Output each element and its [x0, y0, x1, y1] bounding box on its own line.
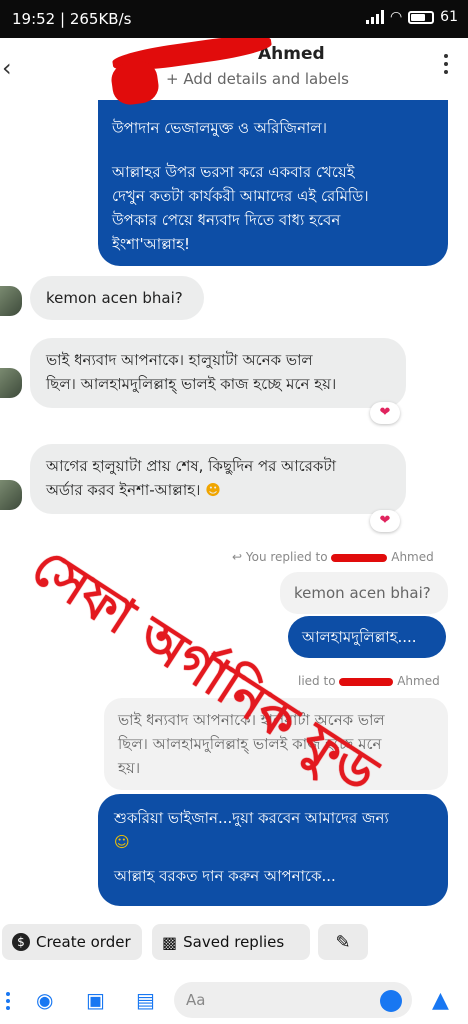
contact-avatar[interactable]	[0, 286, 22, 316]
chat-bubbles-icon: ▩	[162, 932, 178, 952]
redaction-mark	[339, 677, 394, 686]
message-line: অর্ডার করব ইনশা-আল্লাহ। ☻	[46, 478, 406, 502]
message-incoming-1[interactable]: kemon acen bhai?	[30, 276, 204, 320]
conversation-screen: উপাদান ভেজালমুক্ত ও অরিজিনাল। আল্লাহর উপ…	[0, 38, 468, 1024]
quoted-text: kemon acen bhai?	[294, 584, 431, 602]
message-text: অর্ডার করব ইনশা-আল্লাহ।	[46, 481, 201, 499]
composer-bar: ◉ ▣ ▤ ▲	[0, 978, 468, 1024]
saved-replies-button[interactable]: ▩ Saved replies	[152, 924, 310, 960]
battery-level: 61	[440, 9, 458, 25]
create-order-label: Create order	[36, 933, 131, 951]
create-order-button[interactable]: $ Create order	[2, 924, 142, 960]
quick-actions-bar: $ Create order ▩ Saved replies ✎	[0, 924, 468, 962]
like-icon[interactable]: ▲	[432, 988, 449, 1013]
heart-reaction-icon[interactable]: ❤	[370, 402, 400, 424]
add-details-link[interactable]: + Add details and labels	[166, 70, 349, 88]
edit-button[interactable]: ✎	[318, 924, 368, 960]
replied-to-label: lied to Ahmed	[298, 674, 440, 688]
gallery-icon[interactable]: ▣	[86, 988, 105, 1012]
message-incoming-3[interactable]: আগের হালুয়াটা প্রায় শেষ, কিছুদিন পর আর…	[30, 444, 406, 514]
quoted-message[interactable]: kemon acen bhai?	[280, 572, 448, 614]
heart-reaction-icon[interactable]: ❤	[370, 510, 400, 532]
battery-icon	[408, 10, 435, 24]
message-field[interactable]	[174, 982, 412, 1018]
message-line: ইংশা'আল্লাহ!	[112, 235, 191, 253]
message-line: শুকরিয়া ভাইজান...দুয়া করবেন আমাদের জন্…	[114, 809, 389, 827]
message-line: ভাই ধন্যবাদ আপনাকে। হালুয়াটা অনেক ভাল	[46, 351, 313, 369]
message-text: আলহামদুলিল্লাহ....	[302, 628, 417, 646]
message-line: দেখুন কতটা কার্যকরী আমাদের এই রেমিডি।	[112, 187, 369, 205]
message-line: আগের হালুয়াটা প্রায় শেষ, কিছুদিন পর আর…	[46, 457, 336, 475]
message-text: kemon acen bhai?	[46, 289, 183, 307]
more-dots-icon[interactable]	[6, 992, 10, 1010]
smile-emoji-icon: ☺	[114, 833, 130, 851]
message-outgoing-1[interactable]: উপাদান ভেজালমুক্ত ও অরিজিনাল। আল্লাহর উপ…	[98, 98, 448, 266]
message-line: উপাদান ভেজালমুক্ত ও অরিজিনাল।	[112, 119, 327, 137]
contact-avatar[interactable]	[0, 480, 22, 510]
kiss-emoji-icon: ☻	[205, 481, 221, 499]
message-outgoing-2[interactable]: আলহামদুলিল্লাহ....	[288, 616, 446, 658]
contact-avatar[interactable]	[0, 368, 22, 398]
camera-icon[interactable]: ◉	[36, 988, 53, 1012]
dollar-icon: $	[12, 933, 30, 951]
back-arrow-icon[interactable]: ‹	[2, 54, 12, 82]
redaction-mark	[331, 553, 388, 562]
saved-replies-label: Saved replies	[183, 933, 285, 951]
message-incoming-2[interactable]: ভাই ধন্যবাদ আপনাকে। হালুয়াটা অনেক ভাল ছ…	[30, 338, 406, 408]
replied-label-text: You replied to	[245, 550, 328, 564]
chat-header: ‹ Ahmed + Add details and labels	[0, 38, 468, 107]
message-line: উপকার পেয়ে ধন্যবাদ দিতে বাধ্য হবেন	[112, 211, 341, 229]
pencil-icon: ✎	[335, 931, 351, 953]
status-time: 19:52 | 265KB/s	[12, 10, 132, 28]
redaction-mark	[109, 59, 161, 107]
wifi-icon: ◠	[389, 9, 403, 25]
more-options-icon[interactable]	[444, 54, 448, 74]
replied-name: Ahmed	[397, 674, 440, 688]
status-bar: 19:52 | 265KB/s ◠ 61	[0, 0, 468, 38]
replied-name: Ahmed	[391, 550, 434, 564]
message-line: ছিল। আলহামদুলিল্লাহ্ ভালই কাজ হচ্ছে মনে …	[46, 375, 337, 393]
emoji-icon[interactable]	[380, 990, 402, 1012]
payment-icon[interactable]: ▤	[136, 988, 155, 1012]
status-right: ◠ 61	[365, 9, 458, 25]
replied-to-label: ↩ You replied to Ahmed	[232, 550, 434, 564]
message-input[interactable]	[174, 982, 412, 1018]
message-line: আল্লাহ বরকত দান করুন আপনাকে...	[114, 867, 336, 885]
signal-icon	[365, 10, 384, 24]
message-line: আল্লাহর উপর ভরসা করে একবার খেয়েই	[112, 163, 355, 181]
message-outgoing-3[interactable]: শুকরিয়া ভাইজান...দুয়া করবেন আমাদের জন্…	[98, 794, 448, 906]
